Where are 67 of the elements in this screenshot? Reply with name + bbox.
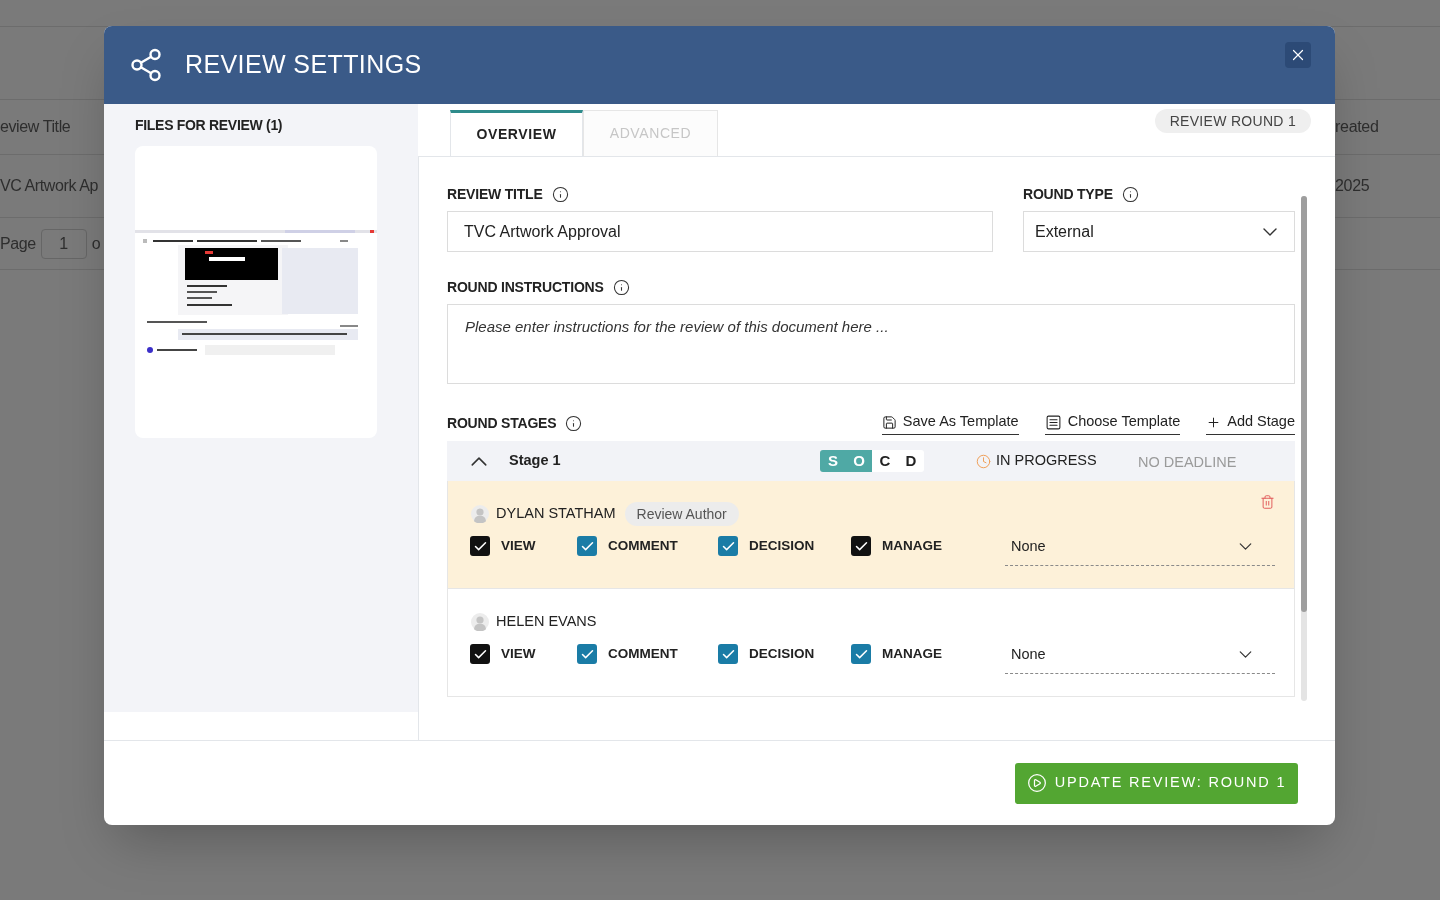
file-card[interactable] bbox=[135, 146, 377, 438]
field-label: ROUND TYPE bbox=[1023, 184, 1113, 204]
column-header: reated bbox=[1335, 118, 1379, 135]
info-icon[interactable] bbox=[1121, 185, 1139, 203]
clock-icon bbox=[976, 453, 991, 469]
role-badge: Review Author bbox=[624, 502, 739, 526]
avatar-icon bbox=[471, 505, 489, 523]
pager-label: Page bbox=[0, 233, 36, 254]
pager-label: o bbox=[91, 233, 101, 254]
permission-label: VIEW bbox=[501, 536, 536, 555]
checkbox[interactable] bbox=[470, 536, 490, 556]
field-label: REVIEW TITLE bbox=[447, 184, 543, 204]
save-icon bbox=[881, 414, 897, 430]
stage-step-toggle[interactable]: C bbox=[872, 450, 898, 472]
template-link[interactable]: Choose Template bbox=[1044, 411, 1181, 435]
permission-label: DECISION bbox=[749, 644, 815, 663]
checkbox[interactable] bbox=[577, 644, 597, 664]
info-icon[interactable] bbox=[612, 278, 630, 296]
template-link[interactable]: Save As Template bbox=[881, 411, 1019, 435]
trash-icon[interactable] bbox=[1260, 494, 1275, 510]
table-cell: VC Artwork Ap bbox=[0, 177, 98, 194]
info-icon[interactable] bbox=[565, 414, 583, 432]
close-button[interactable] bbox=[1285, 42, 1311, 68]
dialog-title: REVIEW SETTINGS bbox=[185, 49, 422, 81]
member-name: DYLAN STATHAM bbox=[496, 504, 616, 524]
list-icon bbox=[1044, 413, 1062, 431]
permission-label: MANAGE bbox=[882, 644, 942, 663]
field-label: ROUND STAGES bbox=[447, 413, 557, 433]
round-type-select[interactable]: External bbox=[1023, 211, 1295, 252]
scrollbar-track[interactable] bbox=[1301, 196, 1307, 701]
chevron-up-icon bbox=[471, 456, 487, 466]
stage-deadline: NO DEADLINE bbox=[1138, 453, 1237, 473]
stage-status: IN PROGRESS bbox=[996, 451, 1098, 471]
plus-icon bbox=[1206, 414, 1222, 430]
field-label: ROUND INSTRUCTIONS bbox=[447, 277, 604, 297]
permission-label: DECISION bbox=[749, 536, 815, 555]
permission-label: MANAGE bbox=[882, 536, 942, 555]
member-name: HELEN EVANS bbox=[496, 612, 597, 632]
stage-step-toggle[interactable]: D bbox=[898, 450, 924, 472]
template-link[interactable]: Add Stage bbox=[1206, 411, 1295, 435]
permission-label: VIEW bbox=[501, 644, 536, 663]
stage-name: Stage 1 bbox=[509, 451, 562, 471]
checkbox[interactable] bbox=[851, 644, 871, 664]
column-header: eview Title bbox=[0, 118, 71, 135]
checkbox[interactable] bbox=[718, 644, 738, 664]
permission-label: COMMENT bbox=[608, 644, 678, 663]
play-icon bbox=[1026, 773, 1047, 793]
table-cell: 2025 bbox=[1335, 177, 1370, 194]
checkbox[interactable] bbox=[577, 536, 597, 556]
notification-select[interactable]: None bbox=[1005, 644, 1275, 674]
round-badge: REVIEW ROUND 1 bbox=[1154, 109, 1311, 133]
instructions-field[interactable]: Please enter instructions for the review of this document here ... bbox=[447, 304, 1295, 384]
checkbox[interactable] bbox=[718, 536, 738, 556]
chevron-down-icon bbox=[1239, 651, 1252, 658]
info-icon[interactable] bbox=[551, 185, 569, 203]
checkbox[interactable] bbox=[470, 644, 490, 664]
checkbox[interactable] bbox=[851, 536, 871, 556]
review-title-field[interactable]: TVC Artwork Approval bbox=[447, 211, 993, 252]
chevron-down-icon bbox=[1239, 543, 1252, 550]
avatar-icon bbox=[471, 613, 489, 631]
permission-label: COMMENT bbox=[608, 536, 678, 555]
panel-heading: FILES FOR REVIEW (1) bbox=[135, 116, 284, 135]
share-icon bbox=[128, 47, 164, 83]
notification-select[interactable]: None bbox=[1005, 536, 1275, 566]
chevron-down-icon bbox=[1263, 227, 1277, 236]
tab[interactable]: OVERVIEW bbox=[450, 110, 583, 156]
scrollbar-thumb[interactable] bbox=[1301, 196, 1307, 612]
